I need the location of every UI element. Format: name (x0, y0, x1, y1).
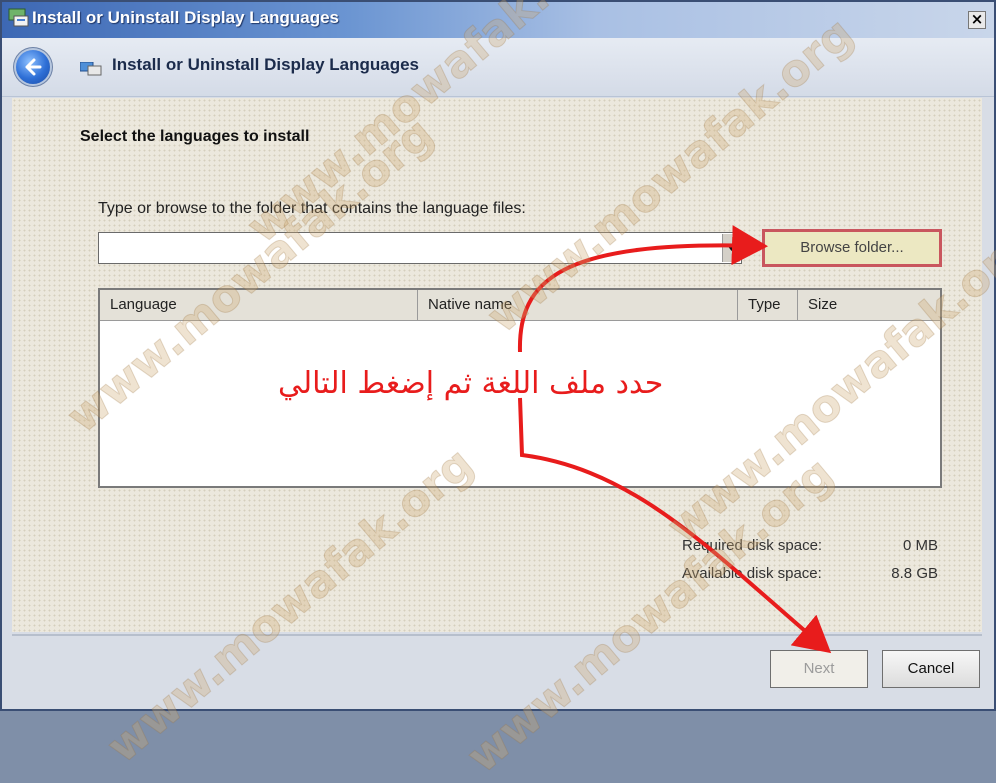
column-header-native-name[interactable]: Native name (418, 290, 738, 320)
section-heading: Select the languages to install (80, 128, 310, 145)
footer-divider (12, 634, 982, 636)
cancel-button[interactable]: Cancel (882, 650, 980, 688)
folder-prompt-label: Type or browse to the folder that contai… (98, 200, 526, 217)
column-header-type[interactable]: Type (738, 290, 798, 320)
combobox-dropdown-button[interactable] (722, 234, 740, 262)
language-app-icon (8, 8, 29, 27)
navigation-bar: Install or Uninstall Display Languages (2, 38, 994, 97)
next-button[interactable]: Next (770, 650, 868, 688)
title-bar[interactable]: Install or Uninstall Display Languages × (2, 2, 994, 38)
folder-path-combobox[interactable] (98, 232, 742, 264)
list-header: Language Native name Type Size (100, 290, 940, 321)
column-header-language[interactable]: Language (100, 290, 418, 320)
browse-folder-button[interactable]: Browse folder... (762, 229, 942, 267)
column-header-size[interactable]: Size (798, 290, 940, 320)
required-space-label: Required disk space: (682, 537, 823, 554)
back-arrow-icon (25, 58, 42, 76)
required-space-value: 0 MB (902, 537, 938, 554)
chevron-down-icon (727, 245, 736, 251)
window-title: Install or Uninstall Display Languages (32, 8, 340, 27)
dialog-window: Install or Uninstall Display Languages ×… (0, 0, 996, 711)
close-button[interactable]: × (968, 11, 986, 29)
language-icon (80, 62, 102, 76)
page-title: Install or Uninstall Display Languages (112, 55, 420, 74)
back-button[interactable] (16, 50, 50, 84)
available-space-value: 8.8 GB (891, 565, 938, 582)
available-space-label: Available disk space: (682, 565, 822, 582)
arabic-instruction-annotation: حدد ملف اللغة ثم إضغط التالي (278, 366, 664, 401)
